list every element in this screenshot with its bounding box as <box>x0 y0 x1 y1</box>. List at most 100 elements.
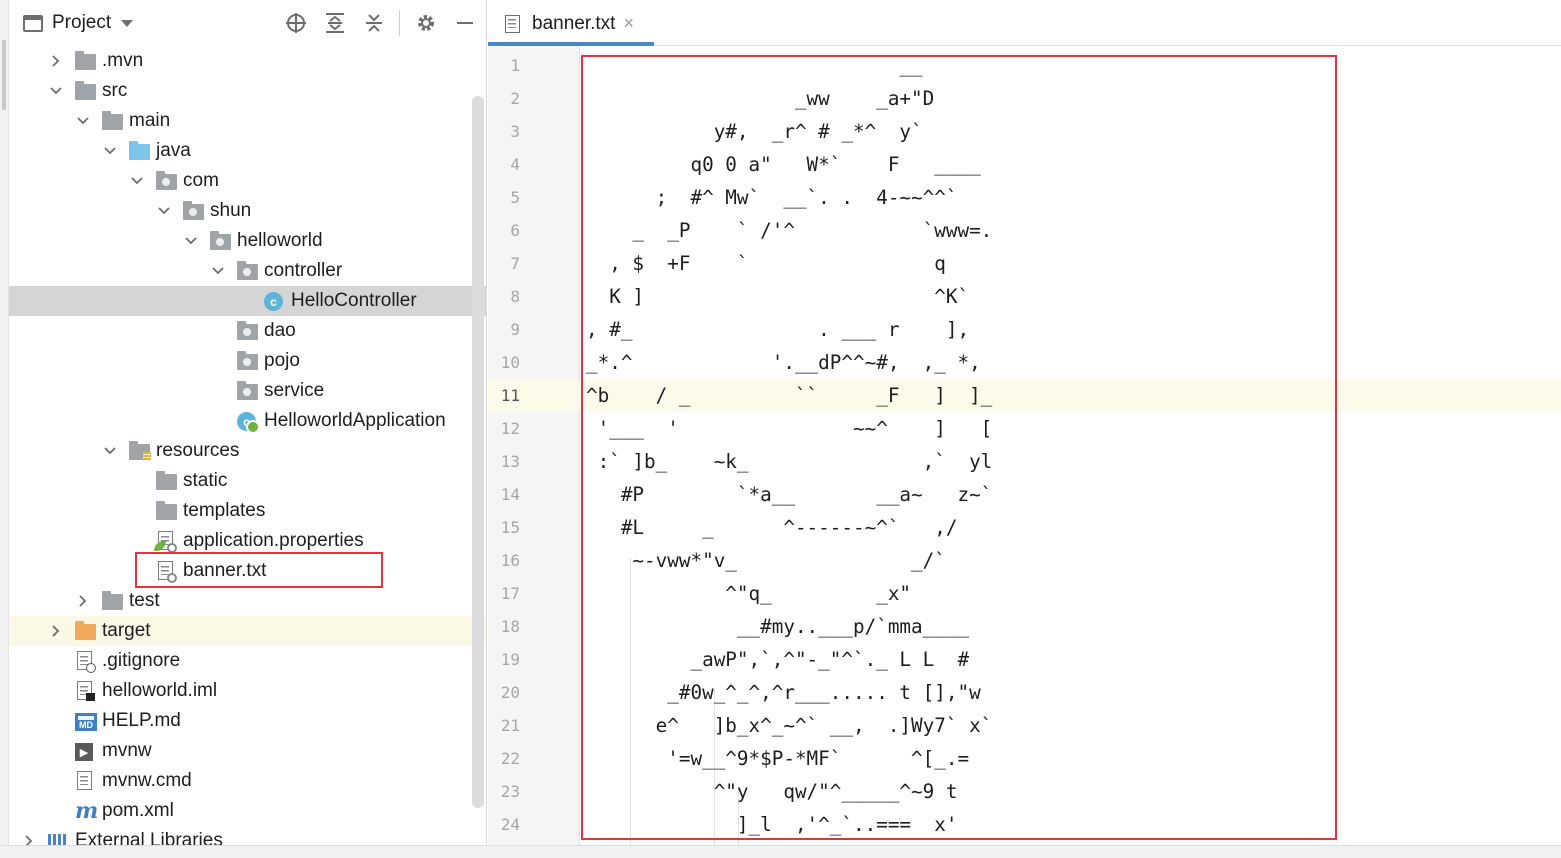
code-line[interactable]: '___ ' ~~^ ] [ <box>586 412 993 445</box>
project-view-selector[interactable]: Project <box>52 12 111 34</box>
folder-icon <box>102 591 124 611</box>
code-line[interactable]: _ww _a+"D <box>586 82 934 115</box>
chevron-down-icon[interactable] <box>76 114 90 128</box>
code-line[interactable]: __ <box>586 49 922 82</box>
code-line[interactable]: _#0w_^_^,^r___..... t [],"w <box>586 676 980 709</box>
line-number: 3 <box>510 122 520 141</box>
status-bar <box>0 845 1561 858</box>
tree-item-label: helloworld <box>237 230 323 251</box>
chevron-right-icon[interactable] <box>49 54 63 68</box>
tab-banner-txt[interactable]: banner.txt × <box>488 5 654 46</box>
line-number: 15 <box>500 518 520 537</box>
line-number: 19 <box>500 650 520 669</box>
line-number: 9 <box>510 320 520 339</box>
chevron-down-icon[interactable] <box>121 19 134 27</box>
tree-item-application-properties[interactable]: application.properties <box>9 526 486 556</box>
maven-file-icon: m <box>75 798 99 824</box>
tree-item-test[interactable]: test <box>9 586 486 616</box>
iml-file-icon <box>75 681 97 701</box>
tree-item-java[interactable]: java <box>9 136 486 166</box>
text-file-icon <box>505 14 520 33</box>
close-icon[interactable]: × <box>623 13 634 34</box>
tree-item-static[interactable]: static <box>9 466 486 496</box>
tree-item-main[interactable]: main <box>9 106 486 136</box>
tree-item-banner-txt[interactable]: banner.txt <box>9 556 486 586</box>
package-icon <box>237 261 259 281</box>
tree-item-help-md[interactable]: MD HELP.md <box>9 706 486 736</box>
minimize-icon[interactable] <box>452 10 478 36</box>
code-line[interactable]: ^"q_ _x" <box>586 577 911 610</box>
chevron-down-icon[interactable] <box>103 444 117 458</box>
tree-item-label: controller <box>264 260 343 281</box>
tree-item-shun[interactable]: shun <box>9 196 486 226</box>
tree-item-label: java <box>156 140 191 161</box>
collapse-all-icon[interactable] <box>361 10 387 36</box>
line-number: 2 <box>510 89 520 108</box>
tree-item-label: target <box>102 620 151 641</box>
tree-item-resources[interactable]: resources <box>9 436 486 466</box>
code-line[interactable]: ~-vww*"v_ _/` <box>586 544 945 577</box>
tree-item-label: src <box>102 80 128 101</box>
chevron-down-icon[interactable] <box>130 174 144 188</box>
code-line[interactable]: _ _P ` /'^ `www=. <box>586 214 992 247</box>
project-panel-toolbar <box>270 0 478 46</box>
code-line[interactable]: ; #^ Mw` __`. . 4-~~^^` <box>586 181 958 214</box>
chevron-down-icon[interactable] <box>157 204 171 218</box>
tree-item-mvnw-cmd[interactable]: mvnw.cmd <box>9 766 486 796</box>
tree-item-com[interactable]: com <box>9 166 486 196</box>
tree-item-pom-xml[interactable]: m pom.xml <box>9 796 486 826</box>
tree-item-controller[interactable]: controller <box>9 256 486 286</box>
project-panel: Project .mvn src main java com shun helloworld… <box>0 0 487 858</box>
tree-item-helloworld[interactable]: helloworld <box>9 226 486 256</box>
code-line[interactable]: __#my..___p/`mma____ <box>586 610 969 643</box>
code-line[interactable]: ^b / _ `` _F ] ]_ <box>586 379 992 412</box>
tree-item-dao[interactable]: dao <box>9 316 486 346</box>
code-line[interactable]: q0 0 a" W*` F ____ <box>586 148 980 181</box>
chevron-right-icon[interactable] <box>49 624 63 638</box>
tree-item-target[interactable]: target <box>9 616 486 646</box>
code-line[interactable]: #P `*a__ __a~ z~` <box>586 478 992 511</box>
tree-item-pojo[interactable]: pojo <box>9 346 486 376</box>
shell-file-icon: ▶ <box>75 741 97 761</box>
tree-item-helloworldapplication[interactable]: c HelloworldApplication <box>9 406 486 436</box>
tree-item-service[interactable]: service <box>9 376 486 406</box>
code-line[interactable]: ^"y qw/"^_____^~9 t <box>586 775 958 808</box>
chevron-down-icon[interactable] <box>211 264 225 278</box>
chevron-down-icon[interactable] <box>49 84 63 98</box>
tree-item-src[interactable]: src <box>9 76 486 106</box>
tree-item-label: com <box>183 170 219 191</box>
folder-icon <box>102 111 124 131</box>
code-line[interactable]: #L _ ^------~^` ,/ <box>586 511 958 544</box>
code-line[interactable]: , #_ . ___ r ], <box>586 313 969 346</box>
code-line[interactable]: '=w__^9*$P-*MF` ^[_.= <box>586 742 969 775</box>
code-line[interactable]: , $ +F ` q <box>586 247 946 280</box>
markdown-file-icon: MD <box>75 711 97 731</box>
code-line[interactable]: y#, _r^ # _*^ y` <box>586 115 923 148</box>
code-area[interactable]: __ _ww _a+"D y#, _r^ # _*^ y` q0 0 a" W*… <box>580 46 1561 858</box>
line-number: 11 <box>500 386 520 405</box>
locate-icon[interactable] <box>283 10 309 36</box>
tree-item-mvnw[interactable]: ▶ mvnw <box>9 736 486 766</box>
line-number: 17 <box>500 584 520 603</box>
code-line[interactable]: _awP",`,^"-_"^`._ L L # <box>586 643 969 676</box>
code-line[interactable]: e^ ]b_x^_~^` __, .]Wy7` x` <box>586 709 993 742</box>
expand-all-icon[interactable] <box>322 10 348 36</box>
code-line[interactable]: :` ]b_ ~k_ ,` yl <box>586 445 993 478</box>
tree-item-hellocontroller[interactable]: c HelloController <box>9 286 486 316</box>
chevron-down-icon[interactable] <box>103 144 117 158</box>
tree-item-gitignore[interactable]: .gitignore <box>9 646 486 676</box>
package-icon <box>210 231 232 251</box>
gear-icon[interactable] <box>413 10 439 36</box>
tree-item-templates[interactable]: templates <box>9 496 486 526</box>
code-line[interactable]: K ] ^K` <box>586 280 969 313</box>
project-tree-scrollbar[interactable] <box>472 96 484 808</box>
tree-item-label: shun <box>210 200 252 221</box>
chevron-down-icon[interactable] <box>184 234 198 248</box>
chevron-right-icon[interactable] <box>76 594 90 608</box>
tree-item-mvn[interactable]: .mvn <box>9 46 486 76</box>
tree-item-helloworld-iml[interactable]: helloworld.iml <box>9 676 486 706</box>
line-number-gutter: 1 2 3 4 5 6 7 8 9 10 11 12 13 14 15 16 17 18 19 20 21 22 23 24 <box>488 46 580 858</box>
project-window-icon <box>23 14 43 32</box>
code-line[interactable]: _*.^ '.__dP^^~#, ,_ *, <box>586 346 981 379</box>
code-line[interactable]: ]_l ,'^_`..=== x' <box>586 808 958 841</box>
